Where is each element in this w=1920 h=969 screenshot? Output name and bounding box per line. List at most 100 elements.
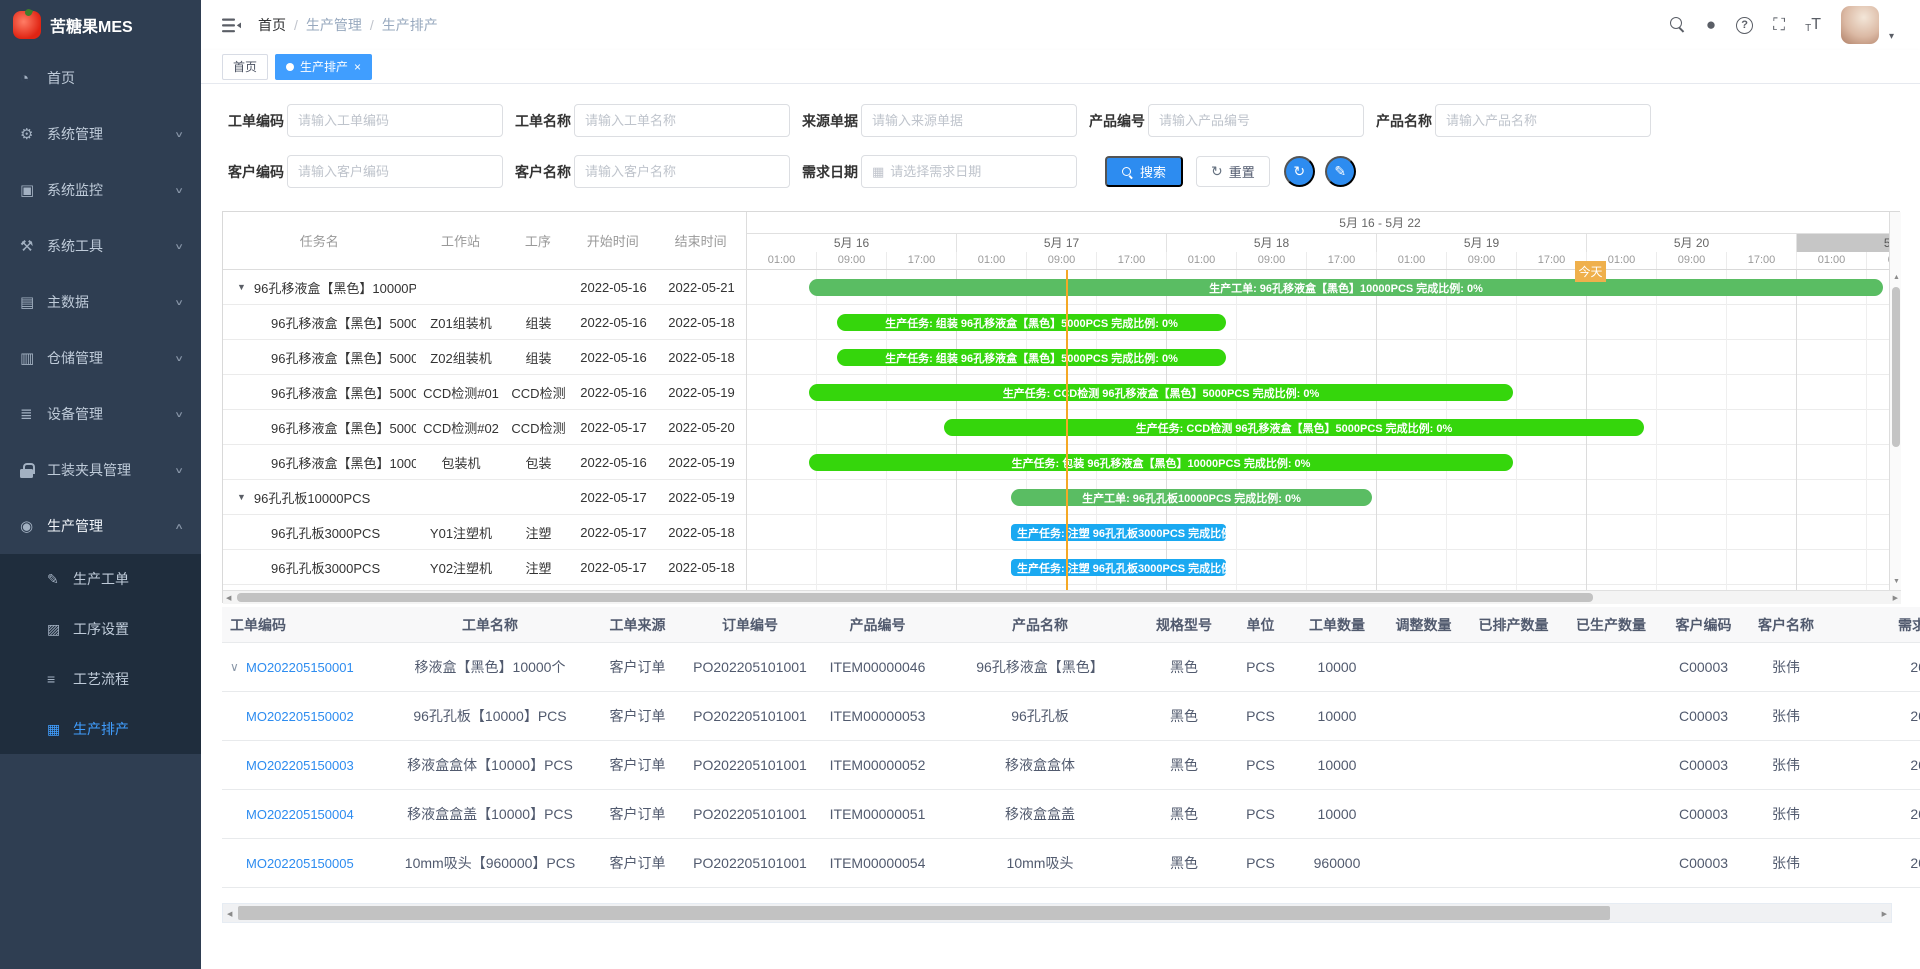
- table-cell: 2022: [1826, 659, 1920, 675]
- gantt-vscroll-thumb[interactable]: [1892, 287, 1900, 447]
- sidebar-collapse-icon[interactable]: [222, 18, 241, 33]
- tab-生产排产[interactable]: 生产排产×: [275, 54, 372, 80]
- workorder-table-header: 工单编码工单名称工单来源订单编号产品编号产品名称规格型号单位工单数量调整数量已排…: [222, 607, 1920, 643]
- close-icon[interactable]: ×: [354, 61, 361, 73]
- help-icon[interactable]: ?: [1736, 17, 1753, 34]
- refresh-button[interactable]: ↻: [1284, 156, 1315, 187]
- scroll-down-icon[interactable]: ▼: [1893, 578, 1900, 585]
- breadcrumb-item[interactable]: 生产排产: [382, 15, 438, 35]
- row-expand-icon[interactable]: ∨: [230, 660, 246, 674]
- sidebar-subitem-schedule[interactable]: ▦生产排产: [0, 704, 201, 754]
- table-horizontal-scrollbar[interactable]: ◀ ▶: [222, 903, 1892, 923]
- gantt-task-bar[interactable]: 生产任务: 注塑 96孔孔板3000PCS 完成比例: 0%: [1011, 559, 1226, 576]
- gantt-task-bar[interactable]: 生产任务: 组装 96孔移液盒【黑色】5000PCS 完成比例: 0%: [837, 349, 1226, 366]
- sidebar-item-fixture[interactable]: 工装夹具管理∨: [0, 442, 201, 498]
- fontsize-icon[interactable]: TT: [1805, 16, 1821, 34]
- table-row[interactable]: ∨MO20220515000510mm吸头【960000】PCS客户订单PO20…: [222, 839, 1920, 888]
- search-icon[interactable]: [1670, 17, 1686, 33]
- sidebar-item-monitor[interactable]: ▣系统监控∨: [0, 162, 201, 218]
- table-column-header: 产品编号: [815, 615, 940, 635]
- filter-input[interactable]: [298, 164, 492, 179]
- table-cell: 移液盒【黑色】10000个: [390, 657, 590, 677]
- gantt-task-row[interactable]: 96孔移液盒【黑色】5000PCSCCD检测#02CCD检测2022-05-17…: [223, 410, 746, 445]
- fullscreen-icon[interactable]: ⛶: [1773, 15, 1785, 35]
- workorder-link[interactable]: MO202205150001: [246, 660, 354, 675]
- filter-input[interactable]: [890, 164, 1066, 179]
- gantt-horizontal-scrollbar[interactable]: ◀ ▶: [223, 590, 1901, 604]
- gantt-task-bar[interactable]: 生产任务: CCD检测 96孔移液盒【黑色】5000PCS 完成比例: 0%: [944, 419, 1644, 436]
- today-badge: 今天: [1575, 261, 1606, 282]
- app-logo[interactable]: 苦糖果MES: [0, 0, 201, 50]
- table-column-header: 客户名称: [1746, 615, 1826, 635]
- workorder-link[interactable]: MO202205150004: [246, 807, 354, 822]
- gantt-task-name-cell: 96孔孔板3000PCS: [223, 523, 416, 542]
- filter-input[interactable]: [1446, 113, 1640, 128]
- gantt-task-bar[interactable]: 生产任务: 组装 96孔移液盒【黑色】5000PCS 完成比例: 0%: [837, 314, 1226, 331]
- workorder-link[interactable]: MO202205150005: [246, 856, 354, 871]
- calendar-icon: ▦: [872, 164, 884, 180]
- reset-button[interactable]: ↻重置: [1196, 156, 1270, 187]
- gantt-task-row[interactable]: 96孔移液盒【黑色】5000PCSZ02组装机组装2022-05-162022-…: [223, 340, 746, 375]
- filter-input[interactable]: [872, 113, 1066, 128]
- gantt-task-row[interactable]: ▼96孔移液盒【黑色】10000PCS2022-05-162022-05-21: [223, 270, 746, 305]
- sidebar-subitem-workorder[interactable]: ✎生产工单: [0, 554, 201, 604]
- gantt-task-row[interactable]: ▼96孔孔板10000PCS2022-05-172022-05-19: [223, 480, 746, 515]
- table-cell: ITEM00000051: [815, 806, 940, 822]
- breadcrumb-item[interactable]: 生产管理: [306, 15, 362, 35]
- gantt-task-bar[interactable]: 生产任务: 注塑 96孔孔板3000PCS 完成比例: 0%: [1011, 524, 1226, 541]
- edit-button[interactable]: ✎: [1325, 156, 1356, 187]
- filter-input[interactable]: [1159, 113, 1353, 128]
- github-icon[interactable]: ●: [1706, 15, 1716, 35]
- table-row[interactable]: ∨MO202205150004移液盒盒盖【10000】PCS客户订单PO2022…: [222, 790, 1920, 839]
- scroll-right-icon[interactable]: ▶: [1882, 910, 1887, 918]
- scroll-up-icon[interactable]: ▲: [1893, 274, 1900, 281]
- gantt-vertical-scrollbar[interactable]: ▲ ▼: [1889, 212, 1901, 590]
- workorder-link[interactable]: MO202205150002: [246, 709, 354, 724]
- table-row[interactable]: ∨MO20220515000296孔孔板【10000】PCS客户订单PO2022…: [222, 692, 1920, 741]
- gantt-hour-header: 09:00: [1237, 252, 1307, 269]
- breadcrumb-item[interactable]: 首页: [258, 15, 286, 35]
- gantt-task-bar[interactable]: 生产任务: CCD检测 96孔移液盒【黑色】5000PCS 完成比例: 0%: [809, 384, 1513, 401]
- workorder-link[interactable]: MO202205150003: [246, 758, 354, 773]
- sidebar-item-warehouse[interactable]: ▥仓储管理∨: [0, 330, 201, 386]
- gantt-hscroll-thumb[interactable]: [237, 593, 1593, 602]
- sidebar-item-home[interactable]: ◔首页: [0, 50, 201, 106]
- sidebar-subitem-flow[interactable]: ≡工艺流程: [0, 654, 201, 704]
- table-hscroll-thumb[interactable]: [238, 906, 1610, 920]
- gantt-task-row[interactable]: 96孔移液盒【黑色】10000PCS包装机包装2022-05-162022-05…: [223, 445, 746, 480]
- tab-首页[interactable]: 首页: [222, 54, 268, 80]
- scroll-left-icon[interactable]: ◀: [226, 594, 231, 602]
- table-row[interactable]: ∨MO202205150001移液盒【黑色】10000个客户订单PO202205…: [222, 643, 1920, 692]
- sidebar-item-equipment[interactable]: ≣设备管理∨: [0, 386, 201, 442]
- table-cell: 2022: [1826, 708, 1920, 724]
- tree-expand-icon[interactable]: ▼: [237, 282, 246, 292]
- sidebar-subitem-label: 工艺流程: [73, 669, 129, 689]
- lock-icon: [20, 463, 47, 478]
- gantt-hour-header: 09:00: [1447, 252, 1517, 269]
- monitor-icon: ▣: [20, 181, 47, 199]
- avatar[interactable]: [1841, 6, 1879, 44]
- sidebar-item-production[interactable]: ◉生产管理∧: [0, 498, 201, 554]
- filter-input[interactable]: [585, 164, 779, 179]
- sidebar-item-system[interactable]: ⚙系统管理∨: [0, 106, 201, 162]
- sidebar-item-label: 系统管理: [47, 124, 103, 144]
- filter-input[interactable]: [298, 113, 492, 128]
- gantt-order-bar[interactable]: 生产工单: 96孔移液盒【黑色】10000PCS 完成比例: 0%: [809, 279, 1883, 296]
- sidebar-item-tools[interactable]: ⚒系统工具∨: [0, 218, 201, 274]
- gantt-task-row[interactable]: 96孔孔板3000PCSY02注塑机注塑2022-05-172022-05-18: [223, 550, 746, 585]
- scroll-right-icon[interactable]: ▶: [1893, 594, 1898, 602]
- gantt-task-row[interactable]: 96孔移液盒【黑色】5000PCSCCD检测#01CCD检测2022-05-16…: [223, 375, 746, 410]
- gantt-task-bar[interactable]: 生产任务: 包装 96孔移液盒【黑色】10000PCS 完成比例: 0%: [809, 454, 1513, 471]
- table-cell: PCS: [1228, 806, 1293, 822]
- navbar: 首页/生产管理/生产排产 ●?⛶TT▾: [201, 0, 1920, 50]
- scroll-left-icon[interactable]: ◀: [227, 910, 232, 918]
- table-row[interactable]: ∨MO202205150003移液盒盒体【10000】PCS客户订单PO2022…: [222, 741, 1920, 790]
- sidebar-subitem-process[interactable]: ▨工序设置: [0, 604, 201, 654]
- gantt-task-row[interactable]: 96孔孔板3000PCSY01注塑机注塑2022-05-172022-05-18: [223, 515, 746, 550]
- filter-input[interactable]: [585, 113, 779, 128]
- search-button[interactable]: 搜索: [1105, 156, 1183, 187]
- tree-expand-icon[interactable]: ▼: [237, 492, 246, 502]
- sidebar-item-masterdata[interactable]: ▤主数据∨: [0, 274, 201, 330]
- chevron-down-icon[interactable]: ▾: [1889, 31, 1894, 42]
- gantt-task-row[interactable]: 96孔移液盒【黑色】5000PCSZ01组装机组装2022-05-162022-…: [223, 305, 746, 340]
